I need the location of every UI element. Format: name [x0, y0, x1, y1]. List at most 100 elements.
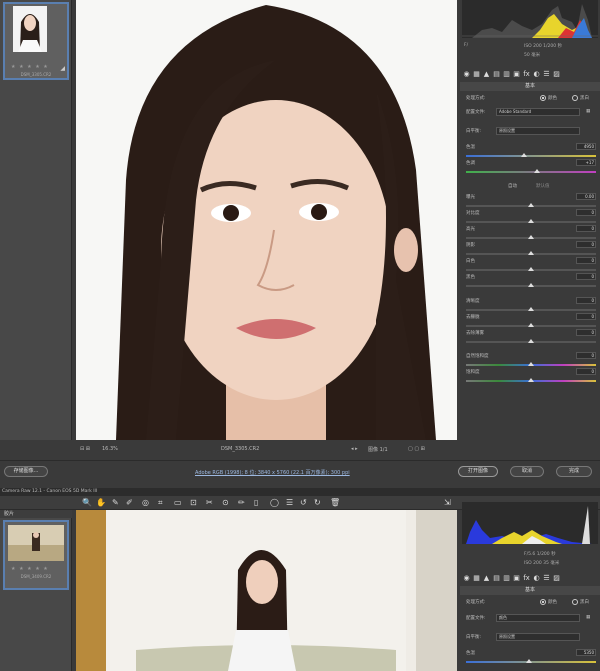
snapshots-tab-icon[interactable]: ▨ [552, 574, 561, 583]
tint-value[interactable]: +17 [576, 159, 596, 166]
treatment-bw-radio[interactable] [572, 95, 578, 101]
hsl-tab-icon[interactable]: ▤ [492, 574, 501, 583]
thumbnail-rating[interactable]: ★ ★ ★ ★ ★ [11, 566, 49, 572]
crop-tool-icon[interactable]: ⌗ [158, 498, 163, 508]
effects-tab-icon[interactable]: fx [522, 574, 531, 583]
wb-dropdown[interactable]: 原照设置 [496, 633, 580, 641]
split-tone-tab-icon[interactable]: ▥ [502, 70, 511, 79]
trash-icon[interactable]: 🗑 [330, 498, 340, 507]
clarity-value[interactable]: 0 [576, 297, 596, 304]
hsl-tab-icon[interactable]: ▤ [492, 70, 501, 79]
default-link[interactable]: 默认值 [536, 183, 550, 189]
adjustment-brush-icon[interactable]: ✏ [238, 498, 245, 507]
blacks-value[interactable]: 0 [576, 273, 596, 280]
zoom-tool-icon[interactable]: 🔍 [82, 498, 92, 507]
color-sampler-tool-icon[interactable]: ✐ [126, 498, 133, 507]
saturation-value[interactable]: 0 [576, 368, 596, 375]
filmstrip-thumbnail[interactable]: ★ ★ ★ ★ ★ DSM_3409.CR2 [3, 520, 69, 590]
treatment-bw-radio[interactable] [572, 599, 578, 605]
texture-value[interactable]: 0 [576, 313, 596, 320]
white-balance-tool-icon[interactable]: ✎ [112, 498, 119, 507]
contrast-slider[interactable] [466, 219, 596, 223]
basic-tab-icon[interactable]: ◉ [462, 574, 471, 583]
whites-slider-knob[interactable] [528, 267, 534, 271]
profile-dropdown[interactable]: 颜色 [496, 614, 580, 622]
done-button[interactable]: 完成 [556, 466, 592, 477]
vibrance-slider[interactable] [466, 362, 596, 366]
exposure-slider-knob[interactable] [528, 203, 534, 207]
rotate-right-icon[interactable]: ↻ [314, 498, 321, 507]
wb-dropdown[interactable]: 原照设置 [496, 127, 580, 135]
temperature-value[interactable]: 5350 [576, 649, 596, 656]
image-preview[interactable] [76, 0, 457, 440]
temperature-slider[interactable] [466, 659, 596, 663]
treatment-color-radio[interactable] [540, 599, 546, 605]
exposure-slider[interactable] [466, 203, 596, 207]
dehaze-slider-knob[interactable] [528, 339, 534, 343]
highlights-value[interactable]: 0 [576, 225, 596, 232]
view-toggle-icon[interactable]: ▢ ▢ ⊞ [408, 446, 425, 452]
shadows-slider-knob[interactable] [528, 251, 534, 255]
filmstrip-thumbnail[interactable]: ★ ★ ★ ★ ★ ◢ DSM_3305.CR2 [3, 2, 69, 80]
treatment-color-radio[interactable] [540, 95, 546, 101]
texture-slider[interactable] [466, 323, 596, 327]
temperature-value[interactable]: 4950 [576, 143, 596, 150]
preferences-icon[interactable]: ☰ [286, 498, 293, 507]
tone-curve-tab-icon[interactable]: ▦ [472, 574, 481, 583]
open-image-button[interactable]: 打开图像 [458, 466, 498, 477]
profile-browser-icon[interactable]: ▦ [586, 615, 590, 620]
shadows-slider[interactable] [466, 251, 596, 255]
temperature-slider-knob[interactable] [521, 153, 527, 157]
whites-value[interactable]: 0 [576, 257, 596, 264]
dehaze-slider[interactable] [466, 339, 596, 343]
texture-slider-knob[interactable] [528, 323, 534, 327]
vibrance-value[interactable]: 0 [576, 352, 596, 359]
hand-tool-icon[interactable]: ✋ [96, 498, 106, 507]
profile-browser-icon[interactable]: ▦ [586, 109, 590, 114]
profile-dropdown[interactable]: Adobe Standard [496, 108, 580, 116]
split-tone-tab-icon[interactable]: ▥ [502, 574, 511, 583]
temperature-slider-knob[interactable] [526, 659, 532, 663]
basic-tab-icon[interactable]: ◉ [462, 70, 471, 79]
detail-tab-icon[interactable]: ▲ [482, 70, 491, 79]
auto-link[interactable]: 自动 [508, 183, 517, 189]
highlights-slider[interactable] [466, 235, 596, 239]
contrast-value[interactable]: 0 [576, 209, 596, 216]
red-eye-tool-icon[interactable]: ⊙ [222, 498, 229, 507]
detail-tab-icon[interactable]: ▲ [482, 574, 491, 583]
whites-slider[interactable] [466, 267, 596, 271]
temperature-slider[interactable] [466, 153, 596, 157]
lens-tab-icon[interactable]: ▣ [512, 70, 521, 79]
presets-tab-icon[interactable]: ☰ [542, 70, 551, 79]
open-preferences-icon[interactable]: ⇲ [444, 498, 451, 507]
blacks-slider[interactable] [466, 283, 596, 287]
tint-slider[interactable] [466, 169, 596, 173]
cancel-button[interactable]: 取消 [510, 466, 544, 477]
radial-filter-icon[interactable]: ◯ [270, 498, 279, 507]
spot-removal-tool-icon[interactable]: ✂ [206, 498, 213, 507]
calibration-tab-icon[interactable]: ◐ [532, 70, 541, 79]
transform-tool-icon[interactable]: ⊡ [190, 498, 197, 507]
lens-tab-icon[interactable]: ▣ [512, 574, 521, 583]
snapshots-tab-icon[interactable]: ▨ [552, 70, 561, 79]
dehaze-value[interactable]: 0 [576, 329, 596, 336]
clarity-slider[interactable] [466, 307, 596, 311]
graduated-filter-icon[interactable]: ▯ [254, 498, 258, 507]
presets-tab-icon[interactable]: ☰ [542, 574, 551, 583]
zoom-level[interactable]: 16.3% [102, 446, 118, 452]
thumbnail-rating[interactable]: ★ ★ ★ ★ ★ [11, 64, 49, 70]
highlights-slider-knob[interactable] [528, 235, 534, 239]
target-adjust-tool-icon[interactable]: ◎ [142, 498, 149, 507]
image-preview[interactable] [76, 510, 457, 671]
effects-tab-icon[interactable]: fx [522, 70, 531, 79]
zoom-decrease-icon[interactable]: ⊟ ⊞ [80, 446, 90, 452]
shadows-value[interactable]: 0 [576, 241, 596, 248]
calibration-tab-icon[interactable]: ◐ [532, 574, 541, 583]
clarity-slider-knob[interactable] [528, 307, 534, 311]
tone-curve-tab-icon[interactable]: ▦ [472, 70, 481, 79]
saturation-slider-knob[interactable] [528, 378, 534, 382]
blacks-slider-knob[interactable] [528, 283, 534, 287]
image-nav-arrows-icon[interactable]: ◂ ▸ [351, 446, 358, 452]
contrast-slider-knob[interactable] [528, 219, 534, 223]
exposure-value[interactable]: 0.00 [576, 193, 596, 200]
